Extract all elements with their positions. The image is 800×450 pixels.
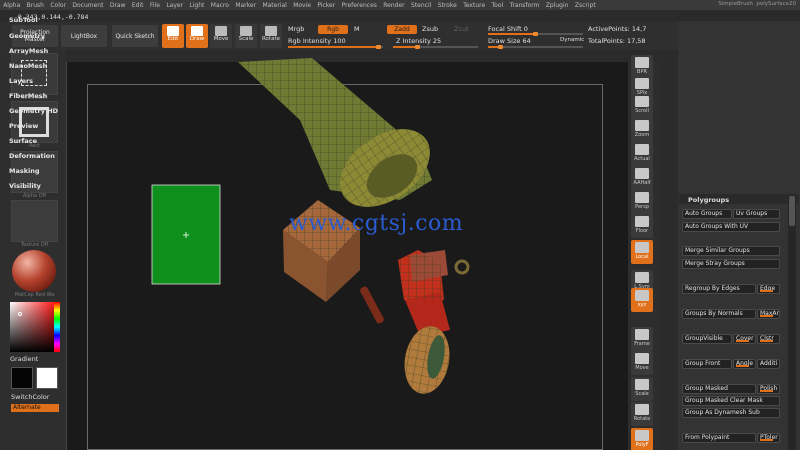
angle-slider[interactable]: Angle (733, 359, 756, 369)
right-shelf-floor-button[interactable]: Floor (631, 214, 653, 238)
right-shelf-local-button[interactable]: Local (631, 240, 653, 264)
move-icon (635, 353, 649, 364)
scroll-label: Scroll (635, 108, 649, 114)
right-shelf-scroll-button[interactable]: Scroll (631, 94, 653, 118)
merge-similar-groups-button[interactable]: Merge Similar Groups (682, 246, 780, 256)
right-shelf-actual-button[interactable]: Actual (631, 142, 653, 166)
rod (360, 286, 384, 324)
aahalf-icon (635, 168, 649, 179)
ring (454, 259, 470, 275)
groups-by-normals-button[interactable]: Groups By Normals (682, 309, 756, 319)
clstr-slider[interactable]: Clstr (757, 334, 780, 344)
rotate-icon (635, 404, 649, 415)
move-label: Move (635, 365, 649, 371)
disc (404, 326, 450, 394)
ptoler-slider[interactable]: PToler (757, 433, 780, 443)
spix-icon (635, 78, 649, 89)
group-visible-button[interactable]: GroupVisible (682, 334, 732, 344)
bpr-icon (635, 57, 649, 68)
visibility-menu[interactable]: Visibility (9, 182, 41, 190)
scale-label: Scale (635, 391, 649, 397)
group-front-button[interactable]: Group Front (682, 359, 732, 369)
bpr-label: BPR (637, 69, 647, 75)
auto-groups-button[interactable]: Auto Groups (682, 209, 732, 219)
group-masked-clear-mask-button[interactable]: Group Masked Clear Mask (682, 396, 780, 406)
right-shelf-xyz-button[interactable]: xyz (631, 288, 653, 312)
xyz-icon (635, 290, 649, 301)
watermark-text: www.cgtsj.com (289, 211, 464, 236)
polish-slider[interactable]: Polish (757, 384, 780, 394)
group-as-dynamesh-sub-button[interactable]: Group As Dynamesh Sub (682, 408, 780, 418)
subtool-menu[interactable]: SubTool (9, 16, 38, 24)
masking-menu[interactable]: Masking (9, 167, 40, 175)
preview-menu[interactable]: Preview (9, 122, 38, 130)
surface-menu[interactable]: Surface (9, 137, 37, 145)
right-shelf-frame-button[interactable]: Frame (631, 327, 653, 351)
auto-groups-uv-button[interactable]: Auto Groups With UV (682, 222, 780, 232)
group-masked-button[interactable]: Group Masked (682, 384, 756, 394)
local-icon (635, 242, 649, 253)
right-panel-scrollbar[interactable] (788, 196, 796, 450)
zoom-label: Zoom (634, 132, 650, 138)
layers-menu[interactable]: Layers (9, 77, 33, 85)
right-shelf-zoom-button[interactable]: Zoom (631, 118, 653, 142)
local-label: Local (635, 254, 649, 260)
nanomesh-menu[interactable]: NanoMesh (9, 62, 47, 70)
fibermesh-menu[interactable]: FiberMesh (9, 92, 47, 100)
frame-label: Frame (634, 341, 650, 347)
scale-icon (635, 379, 649, 390)
aahalf-label: AAHalf (633, 180, 651, 186)
edge-slider[interactable]: Edge (757, 284, 780, 294)
actual-label: Actual (634, 156, 650, 162)
geometry-menu[interactable]: Geometry (9, 32, 45, 40)
uv-groups-button[interactable]: Uv Groups (733, 209, 780, 219)
scrollbar-thumb[interactable] (789, 196, 795, 226)
deformation-menu[interactable]: Deformation (9, 152, 55, 160)
rotate-label: Rotate (633, 416, 651, 422)
zoom-icon (635, 120, 649, 131)
additi-slider[interactable]: Additi (757, 359, 780, 369)
geometry-hd-menu[interactable]: Geometry HD (9, 107, 58, 115)
right-shelf-persp-button[interactable]: Persp (631, 190, 653, 214)
right-shelf-rotate-button[interactable]: Rotate (631, 402, 653, 426)
lsym-icon (635, 272, 649, 283)
right-shelf-aahalf-button[interactable]: AAHalf (631, 166, 653, 190)
right-shelf-move-button[interactable]: Move (631, 351, 653, 375)
polyf-label: PolyF (635, 442, 649, 448)
from-polypaint-button[interactable]: From Polypaint (682, 433, 756, 443)
xyz-label: xyz (637, 302, 647, 308)
merge-stray-groups-button[interactable]: Merge Stray Groups (682, 259, 780, 269)
floor-label: Floor (635, 228, 649, 234)
floor-icon (635, 216, 649, 227)
frame-icon (635, 329, 649, 340)
persp-label: Persp (635, 204, 649, 210)
actual-icon (635, 144, 649, 155)
right-shelf-polyf-button[interactable]: PolyF (631, 428, 653, 450)
maxar-slider[interactable]: MaxAr (757, 309, 780, 319)
cover-slider[interactable]: Cover (733, 334, 756, 344)
regroup-by-edges-button[interactable]: Regroup By Edges (682, 284, 756, 294)
arraymesh-menu[interactable]: ArrayMesh (9, 47, 48, 55)
persp-icon (635, 192, 649, 203)
additi-label: Additi (760, 360, 778, 367)
scroll-icon (635, 96, 649, 107)
polyf-icon (635, 430, 649, 441)
red-blocks (398, 250, 450, 336)
right-shelf-scale-button[interactable]: Scale (631, 377, 653, 401)
cylinder-body (238, 58, 432, 207)
polygroups-header[interactable]: Polygroups (688, 196, 729, 204)
